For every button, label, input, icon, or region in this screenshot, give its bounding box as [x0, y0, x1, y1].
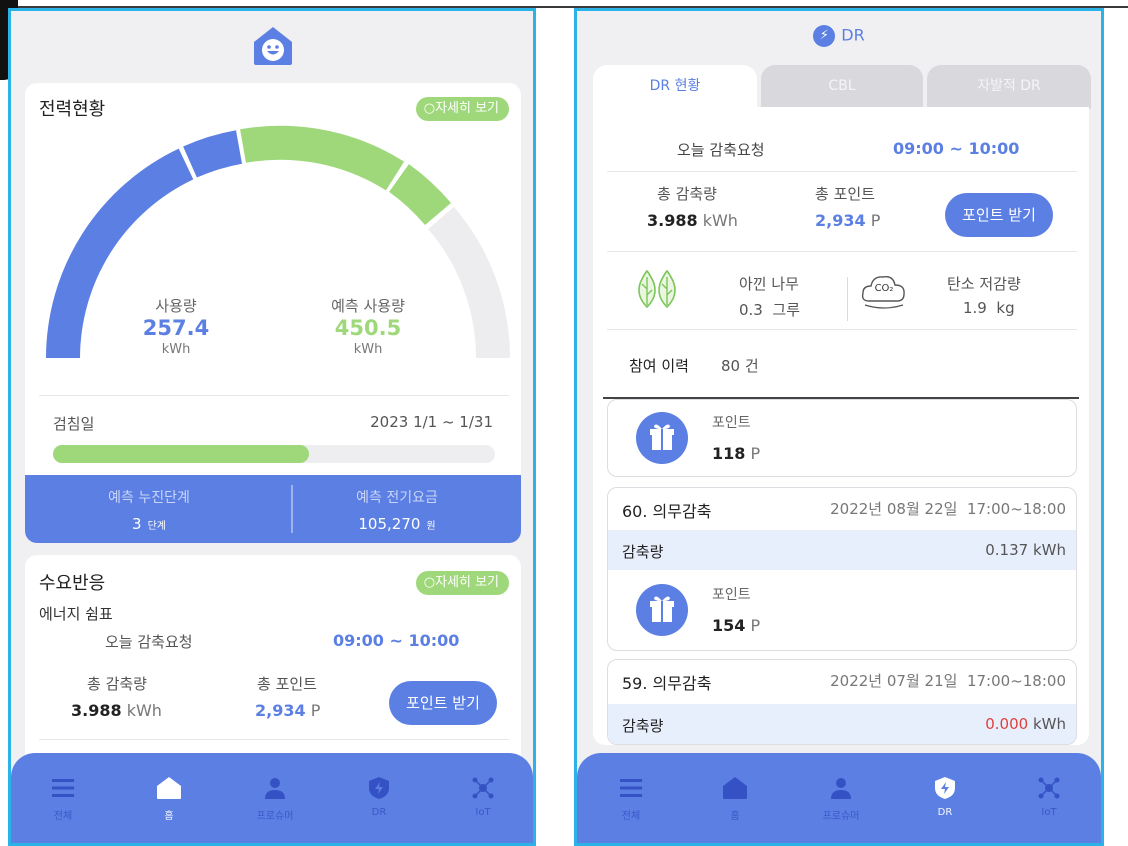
carbon-label: 탄소 저감량 — [947, 275, 1021, 293]
person-icon — [245, 775, 305, 801]
carbon-value: 1.9 kg — [963, 299, 1015, 317]
refresh-icon: ○ — [423, 101, 436, 116]
iot-network-icon — [453, 775, 513, 801]
menu-icon — [33, 775, 93, 801]
dr-tabs: DR 현황 CBL 자발적 DR — [593, 65, 1091, 109]
history-label: 참여 이력 — [629, 357, 689, 375]
nav-item-dr[interactable]: DR — [349, 775, 409, 818]
dr-header: ⚡ DR — [577, 25, 1101, 47]
meter-progress-bar — [53, 445, 495, 463]
dr-detail-button[interactable]: ○자세히 보기 — [415, 571, 509, 595]
nav-item-dr[interactable]: DR — [915, 775, 975, 818]
today-request-label: 오늘 감축요청 — [105, 633, 193, 651]
usage-value: 257.4 — [142, 316, 210, 340]
get-points-button[interactable]: 포인트 받기 — [945, 193, 1053, 237]
total-points-label: 총 포인트 — [815, 185, 875, 203]
gauge-used-arc-2 — [183, 130, 243, 178]
today-request-label: 오늘 감축요청 — [677, 141, 765, 159]
home-icon — [139, 775, 199, 801]
refresh-icon: ○ — [423, 575, 436, 590]
smile-home-logo-icon — [254, 27, 292, 65]
history-entry-points[interactable]: 포인트 118 P — [607, 399, 1077, 477]
dr-shield-icon — [349, 775, 409, 801]
power-status-title: 전력현황 — [39, 99, 106, 120]
home-icon — [705, 775, 765, 801]
divider — [39, 739, 509, 740]
total-reduction: 3.988 kWh — [71, 701, 162, 720]
divider — [607, 329, 1077, 330]
history-count: 80 건 — [721, 357, 759, 375]
gauge-forecast-arc — [240, 125, 405, 191]
saved-trees-label: 아낀 나무 — [739, 275, 799, 293]
nav-item-prosumer[interactable]: 프로슈머 — [811, 775, 871, 822]
forecast-readout: 예측 사용량 450.5 kWh — [303, 295, 433, 357]
co2-cloud-icon: CO₂ — [859, 271, 909, 311]
divider — [607, 171, 1077, 172]
total-reduction: 3.988 kWh — [647, 211, 738, 230]
entry-datetime: 2022년 08월 22일 17:00~18:00 — [830, 500, 1066, 518]
tab-cbl[interactable]: CBL — [761, 65, 923, 109]
bottom-nav: 전체 홈 프로슈머 DR IoT — [11, 753, 533, 843]
saved-trees: 0.3 그루 — [739, 301, 801, 319]
nav-item-all[interactable]: 전체 — [601, 775, 661, 822]
divider — [607, 251, 1077, 252]
history-entry-59[interactable]: 59. 의무감축 2022년 07월 21일 17:00~18:00 감축량 0… — [607, 659, 1077, 745]
nav-item-home[interactable]: 홈 — [139, 775, 199, 822]
nav-item-prosumer[interactable]: 프로슈머 — [245, 775, 305, 822]
power-detail-button[interactable]: ○자세히 보기 — [415, 97, 509, 121]
get-points-button[interactable]: 포인트 받기 — [389, 681, 497, 725]
today-request-time: 09:00 ~ 10:00 — [333, 631, 460, 650]
reduction-row: 감축량 0.000 kWh — [608, 704, 1076, 744]
forecast-bill: 예측 전기요금 105,270 원 — [356, 490, 438, 533]
bolt-icon: ⚡ — [813, 25, 836, 47]
total-points: 2,934 P — [255, 701, 321, 720]
entry-title: 60. 의무감축 — [622, 502, 712, 521]
stat-divider — [847, 277, 848, 321]
leaf-icon — [638, 269, 676, 309]
reduction-row: 감축량 0.137 kWh — [608, 530, 1076, 570]
nav-item-iot[interactable]: IoT — [453, 775, 513, 818]
gauge-forecast-arc-2 — [388, 164, 451, 226]
nav-item-iot[interactable]: IoT — [1019, 775, 1079, 818]
person-icon — [811, 775, 871, 801]
dr-header-title: DR — [841, 25, 865, 45]
bottom-nav: 전체 홈 프로슈머 DR IoT — [577, 753, 1101, 843]
total-points: 2,934 P — [815, 211, 881, 230]
meter-row: 검침일 2023 1/1 ~ 1/31 — [53, 413, 493, 434]
forecast-stage: 예측 누진단계 3 단계 — [108, 490, 190, 533]
entry-points: 118 P — [712, 444, 761, 463]
forecast-value: 450.5 — [334, 316, 402, 340]
tab-voluntary-dr[interactable]: 자발적 DR — [927, 65, 1091, 109]
forecast-summary-band: 예측 누진단계 3 단계 예측 전기요금 105,270 원 — [25, 475, 521, 543]
meter-period: 2023 1/1 ~ 1/31 — [370, 413, 493, 431]
gauge-remaining-arc — [427, 206, 510, 359]
dr-screen: ⚡ DR DR 현황 CBL 자발적 DR 오늘 감축요청 09:00 ~ 10:… — [574, 8, 1104, 846]
iot-network-icon — [1019, 775, 1079, 801]
today-request-time: 09:00 ~ 10:00 — [893, 139, 1020, 158]
nav-item-home[interactable]: 홈 — [705, 775, 765, 822]
nav-item-all[interactable]: 전체 — [33, 775, 93, 822]
gift-icon — [636, 412, 688, 464]
entry-points: 154 P — [712, 616, 761, 635]
entry-datetime: 2022년 07월 21일 17:00~18:00 — [830, 672, 1066, 690]
total-reduction-label: 총 감축량 — [87, 675, 147, 693]
demand-response-card: 수요반응 ○자세히 보기 에너지 쉼표 오늘 감축요청 09:00 ~ 10:0… — [25, 555, 521, 775]
home-screen: 전력현황 ○자세히 보기 사용량 257.4 kWh 예측 사용량 450.5 … — [8, 8, 536, 846]
menu-icon — [601, 775, 661, 801]
demand-response-title: 수요반응 — [39, 573, 106, 594]
divider — [39, 395, 509, 396]
meter-progress-fill — [53, 445, 310, 463]
meter-label: 검침일 — [53, 415, 95, 433]
dr-subtitle: 에너지 쉼표 — [39, 605, 113, 623]
entry-title: 59. 의무감축 — [622, 674, 712, 693]
history-entry-60[interactable]: 60. 의무감축 2022년 08월 22일 17:00~18:00 감축량 0… — [607, 487, 1077, 651]
tab-dr-status[interactable]: DR 현황 — [593, 65, 757, 109]
gift-icon — [636, 584, 688, 636]
usage-readout: 사용량 257.4 kWh — [111, 295, 241, 357]
total-points-label: 총 포인트 — [257, 675, 317, 693]
total-reduction-label: 총 감축량 — [657, 185, 717, 203]
power-status-card: 전력현황 ○자세히 보기 사용량 257.4 kWh 예측 사용량 450.5 … — [25, 83, 521, 543]
dr-bolt-icon — [915, 775, 975, 801]
